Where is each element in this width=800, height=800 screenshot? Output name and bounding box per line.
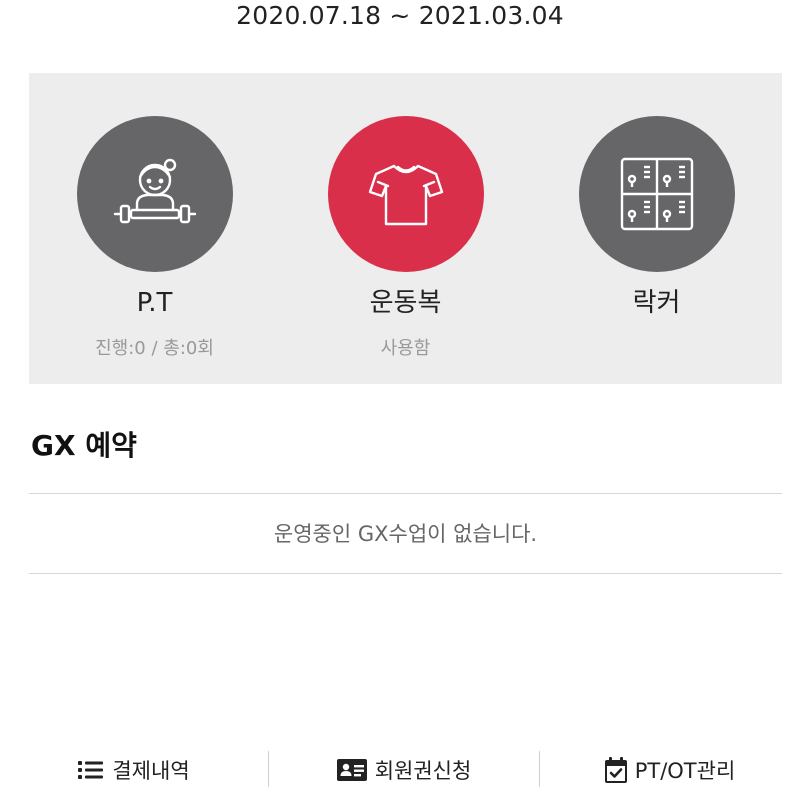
- nav-label: 회원권신청: [374, 759, 472, 783]
- divider: [29, 573, 782, 574]
- sportswear-circle[interactable]: [327, 116, 484, 272]
- id-card-icon: [336, 759, 367, 781]
- list-icon: [78, 761, 104, 779]
- divider: [29, 493, 782, 494]
- service-locker[interactable]: 락커: [531, 73, 782, 384]
- service-sportswear[interactable]: 운동복 사용함: [280, 73, 531, 384]
- nav-label: PT/OT관리: [634, 759, 736, 783]
- pt-circle[interactable]: [76, 116, 233, 272]
- gx-section-title: GX 예약: [31, 429, 137, 462]
- gx-empty-message: 운영중인 GX수업이 없습니다.: [273, 522, 538, 546]
- nav-label: 결제내역: [112, 759, 190, 783]
- service-pt[interactable]: P.T 진행:0 / 총:0회: [29, 73, 280, 384]
- service-panel: P.T 진행:0 / 총:0회 운동복 사용함 락커: [29, 73, 782, 384]
- membership-date-range: 2020.07.18 ~ 2021.03.04: [236, 1, 564, 30]
- service-label: 락커: [632, 288, 681, 318]
- tshirt-icon: [368, 164, 443, 226]
- pt-ot-manage-button[interactable]: PT/OT관리: [540, 745, 800, 795]
- pt-trainer-icon: [113, 158, 196, 224]
- service-label: 운동복: [369, 288, 442, 318]
- payment-history-button[interactable]: 결제내역: [0, 745, 268, 795]
- locker-icon: [620, 157, 693, 231]
- membership-apply-button[interactable]: 회원권신청: [269, 745, 539, 795]
- service-label: P.T: [136, 288, 173, 318]
- bottom-nav: 결제내역 회원권신청 PT/OT관리: [0, 745, 800, 795]
- locker-circle[interactable]: [578, 116, 735, 272]
- service-status: 사용함: [380, 338, 431, 359]
- service-status: 진행:0 / 총:0회: [95, 338, 214, 359]
- calendar-check-icon: [604, 757, 627, 783]
